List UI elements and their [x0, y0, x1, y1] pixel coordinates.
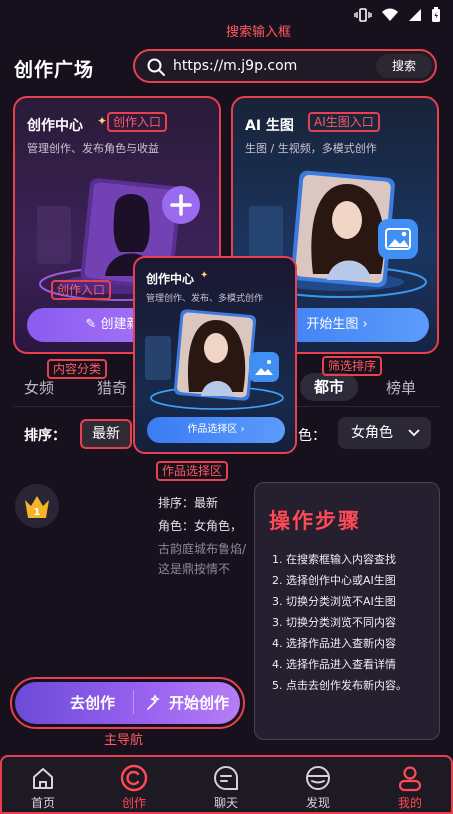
tab-ranking[interactable]: 榜单: [386, 377, 416, 398]
works-select-button[interactable]: 作品选择区 ›: [147, 417, 285, 443]
info-sort: 排序：最新: [158, 496, 219, 510]
works-select-card[interactable]: 创作中心 ✦ 管理创作、发布、多模式创作 作品选择区 ›: [133, 256, 297, 454]
start-create-label: 开始创作: [169, 694, 230, 712]
steps-list: 1. 在搜索框输入内容查找 2. 选择创作中心或AI生图 3. 切换分类浏览不A…: [272, 549, 407, 696]
nav-home-label: 首页: [30, 796, 55, 810]
nav-profile-label: 我的: [397, 796, 422, 810]
role-select[interactable]: 女角色: [338, 417, 431, 449]
annotation-ai-entry: AI生图入口: [308, 112, 380, 132]
ai-image-title: AI 生图: [245, 118, 294, 134]
pin-icon: ✎: [85, 317, 97, 332]
popup-title: 创作中心: [146, 272, 195, 286]
annotation-search: 搜索输入框: [226, 25, 292, 40]
magic-wand-icon: [147, 693, 160, 710]
popup-image-icon: [249, 352, 279, 382]
role-label: 色：: [298, 428, 326, 444]
search-icon: [147, 58, 165, 76]
battery-icon: [432, 7, 440, 22]
nav-profile[interactable]: 我的: [375, 762, 445, 811]
create-action-bar[interactable]: 去创作 开始创作: [10, 677, 245, 729]
step-item: 3. 切换分类浏览不同内容: [272, 616, 396, 629]
start-generate-label: 开始生图 ›: [306, 317, 368, 332]
info-role: 角色：女角色，: [158, 519, 243, 533]
signal-icon: [409, 9, 421, 21]
search-input[interactable]: https://m.j9p.com 搜索: [133, 49, 437, 83]
nav-chat-label: 聊天: [213, 796, 238, 810]
chat-icon: [214, 765, 238, 790]
step-item: 4. 选择作品进入查新内容: [272, 637, 396, 650]
tab-city[interactable]: 都市: [300, 373, 359, 401]
annotation-main-nav: 主导航: [104, 733, 144, 748]
steps-panel: 操作步骤 1. 在搜索框输入内容查找 2. 选择创作中心或AI生图 3. 切换分…: [254, 482, 440, 740]
sort-label: 排序：: [24, 428, 66, 444]
annotation-category: 内容分类: [47, 359, 108, 379]
works-select-label: 作品选择区 ›: [187, 424, 245, 435]
wifi-icon: [382, 8, 398, 21]
crown-icon: 1: [25, 496, 49, 518]
create-icon: [120, 764, 148, 792]
image-gallery-icon[interactable]: [375, 216, 421, 262]
tab-curious[interactable]: 猎奇: [97, 377, 127, 398]
step-item: 4. 选择作品进入查看详情: [272, 658, 396, 671]
create-center-title: 创作中心: [27, 118, 83, 134]
search-button[interactable]: 搜索: [376, 54, 432, 78]
steps-title: 操作步骤: [269, 509, 361, 533]
add-icon[interactable]: [160, 184, 202, 226]
rank-badge: 1: [15, 484, 59, 528]
home-icon: [33, 768, 53, 789]
ai-image-desc: 生图 / 生视频，多模式创作: [245, 142, 377, 155]
rank-number: 1: [34, 507, 41, 518]
vibrate-icon: [354, 8, 372, 22]
sort-select[interactable]: 最新: [80, 419, 132, 449]
info-line4: 这是鼎按情不: [158, 562, 231, 576]
discover-icon: [306, 766, 330, 790]
nav-create-label: 创作: [121, 796, 146, 810]
annotation-create-entry: 创作入口: [107, 112, 168, 132]
popup-sparkle-icon: ✦: [200, 270, 209, 281]
nav-discover[interactable]: 发现: [283, 762, 353, 811]
nav-home[interactable]: 首页: [8, 762, 78, 811]
bottom-nav: 首页 创作 聊天 发现 我的: [0, 755, 453, 814]
info-line3: 古韵庭城布鲁焰/: [158, 542, 247, 556]
sparkle-icon: ✦: [97, 114, 108, 128]
search-value[interactable]: https://m.j9p.com: [173, 58, 297, 74]
popup-desc: 管理创作、发布、多模式创作: [146, 294, 264, 304]
step-item: 1. 在搜索框输入内容查找: [272, 553, 396, 566]
annotation-filter-sort: 筛选排序: [322, 356, 383, 376]
role-value: 女角色: [351, 425, 393, 441]
create-center-desc: 管理创作、发布角色与收益: [27, 142, 159, 155]
annotation-create-entry-2: 创作入口: [51, 280, 112, 300]
step-item: 2. 选择创作中心或AI生图: [272, 574, 396, 587]
profile-icon: [398, 766, 422, 792]
start-create-button[interactable]: 开始创作: [145, 692, 229, 713]
nav-create[interactable]: 创作: [99, 762, 169, 811]
page-title: 创作广场: [14, 59, 95, 81]
step-item: 5. 点击去创作发布新内容。: [272, 679, 407, 692]
step-item: 3. 切换分类浏览不AI生图: [272, 595, 396, 608]
chevron-down-icon: [408, 429, 420, 437]
nav-chat[interactable]: 聊天: [191, 762, 261, 811]
annotation-works-select: 作品选择区: [156, 461, 229, 481]
nav-discover-label: 发现: [305, 796, 330, 810]
go-create-button[interactable]: 去创作: [70, 692, 115, 713]
tab-female[interactable]: 女频: [24, 377, 54, 398]
action-divider: [133, 690, 134, 714]
status-icons: [354, 7, 441, 23]
